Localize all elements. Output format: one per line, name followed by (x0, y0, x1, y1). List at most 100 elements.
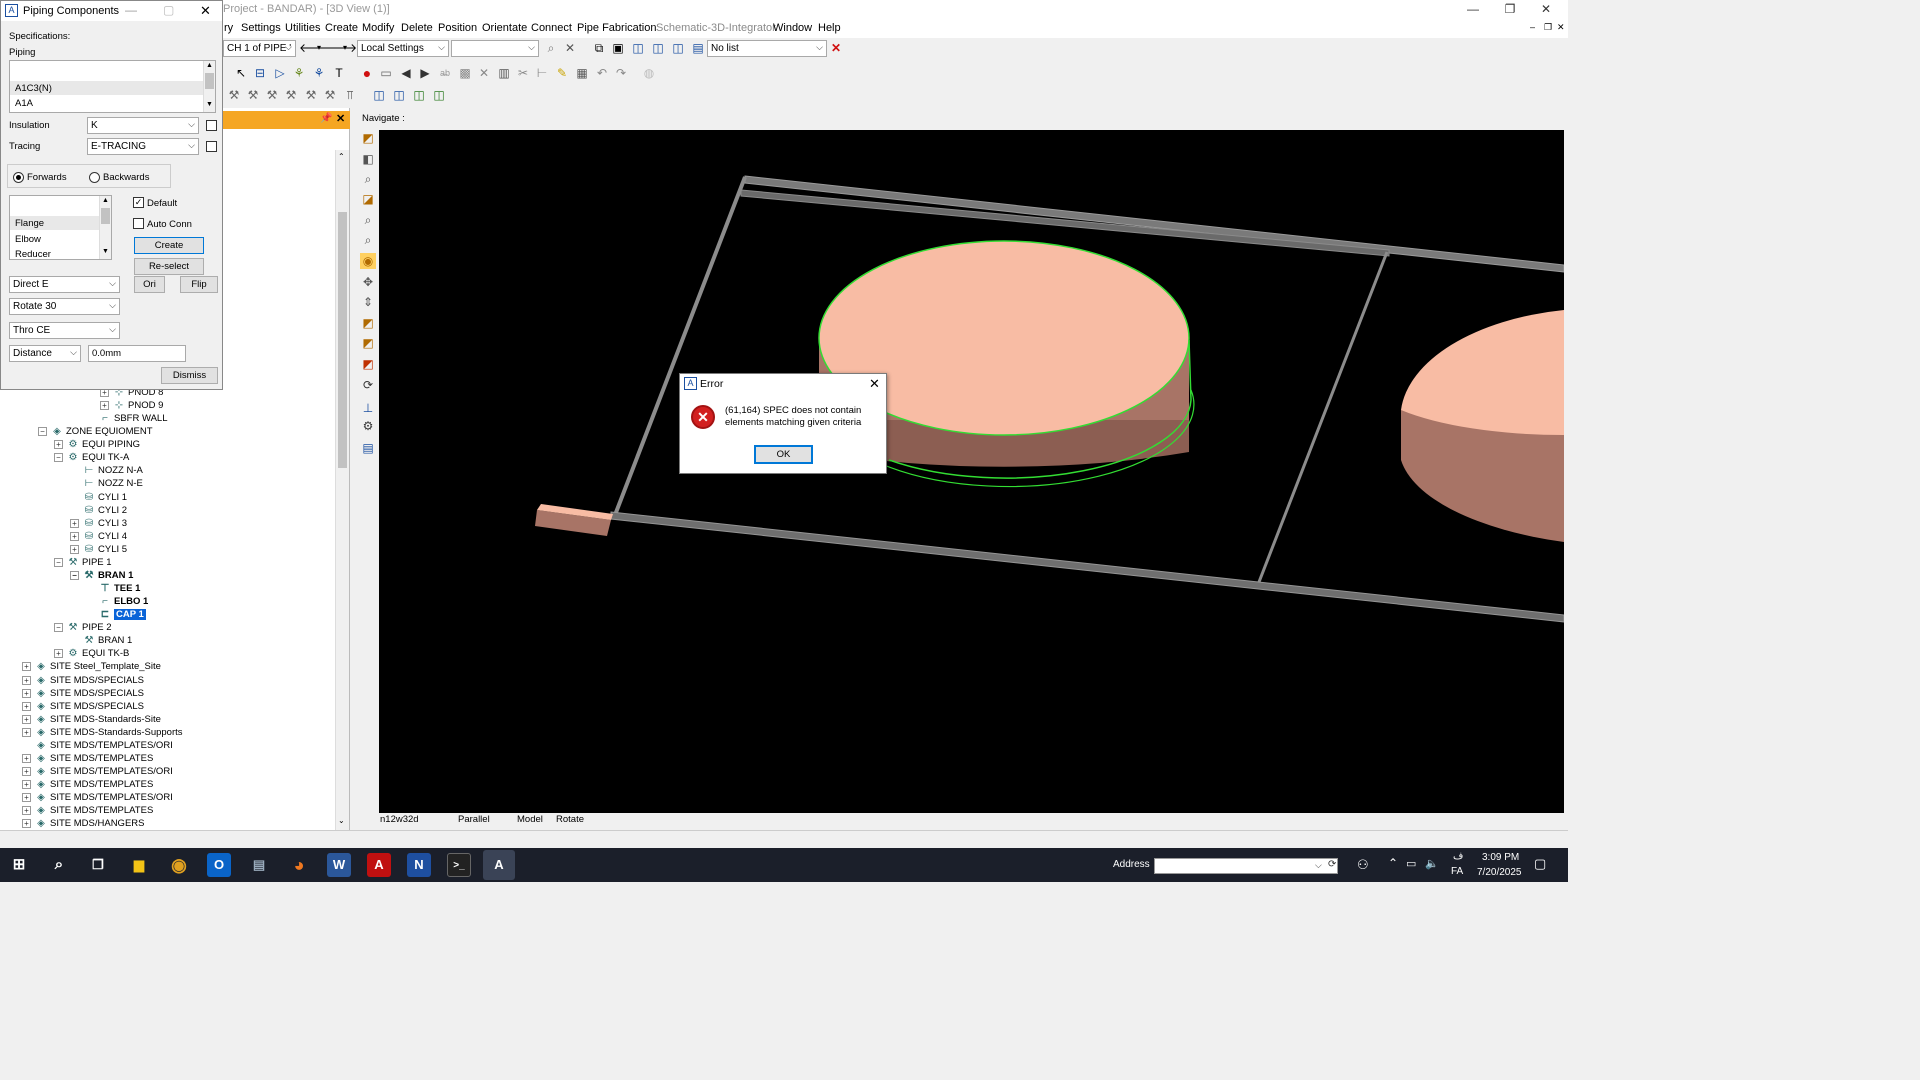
component-item-elbow[interactable]: Elbow (15, 234, 41, 245)
tool-icon[interactable]: ⚒ (264, 87, 280, 103)
collapse-icon[interactable]: − (54, 557, 63, 567)
dismiss-button[interactable]: Dismiss (161, 367, 218, 384)
tree-item[interactable]: + ◈ SITE MDS/TEMPLATES (22, 752, 153, 765)
outlook-icon[interactable]: O (207, 853, 231, 877)
close-icon[interactable]: ✕ (869, 376, 880, 392)
3d-view-canvas[interactable] (379, 130, 1564, 813)
chevron-down-icon[interactable]: ▼ (102, 248, 109, 255)
auto-conn-checkbox[interactable] (133, 218, 144, 229)
tracing-select[interactable]: E-TRACING ⌵ (87, 138, 199, 155)
tree-item[interactable]: ⌐ SBFR WALL (86, 412, 167, 425)
collapse-icon[interactable]: − (70, 570, 79, 580)
save-icon[interactable]: ▣ (610, 40, 626, 56)
tree-item[interactable]: + ◈ SITE MDS/SPECIALS (22, 700, 144, 713)
pan-icon[interactable]: ✥ (360, 274, 376, 290)
expand-icon[interactable]: + (22, 766, 31, 776)
close-list-icon[interactable]: ✕ (828, 40, 844, 56)
dimension-icon[interactable]: ⊢ (534, 65, 550, 81)
box-icon[interactable]: ⊟ (252, 65, 268, 81)
address-input[interactable]: ⌵ ⟳ (1154, 858, 1338, 874)
tree-item[interactable]: − ⚒ PIPE 2 (54, 621, 112, 634)
chevron-down-icon[interactable]: ⌄ (338, 816, 345, 825)
view-icon[interactable]: ◫ (371, 87, 387, 103)
forward-dropdown-icon[interactable]: ▾ (337, 40, 353, 56)
tank-tk-b[interactable] (1401, 310, 1564, 542)
tree-item[interactable]: + ⚙ EQUI PIPING (54, 438, 140, 451)
list-combo[interactable]: No list ⌵ (707, 40, 827, 57)
menu-item-position[interactable]: Position (438, 22, 477, 34)
menu-item-settings[interactable]: Settings (241, 22, 281, 34)
stop-icon[interactable]: ● (359, 65, 375, 81)
tree-item[interactable]: ⊢ NOZZ N-E (70, 477, 143, 490)
tree-item[interactable]: + ◈ SITE Steel_Template_Site (22, 660, 161, 673)
refresh-icon[interactable]: ⟳ (360, 377, 376, 393)
collapse-icon[interactable]: − (54, 452, 63, 462)
windows-start-icon[interactable]: ⊞ (7, 853, 31, 877)
expand-icon[interactable]: + (70, 518, 79, 528)
notepad-icon[interactable]: ▤ (247, 853, 271, 877)
collapse-icon[interactable]: − (54, 622, 63, 632)
volume-icon[interactable]: 🔈 (1425, 857, 1439, 870)
menu-item-create[interactable]: Create (325, 22, 358, 34)
expand-icon[interactable]: + (22, 675, 31, 685)
expand-icon[interactable]: + (22, 727, 31, 737)
tree-item[interactable]: + ◈ SITE MDS/TEMPLATES (22, 778, 153, 791)
expand-icon[interactable]: + (70, 544, 79, 554)
select-icon[interactable]: ↖ (233, 65, 249, 81)
component-item-flange[interactable]: Flange (15, 218, 44, 229)
view-icon[interactable]: ◫ (411, 87, 427, 103)
settings-combo[interactable]: Local Settings ⌵ (357, 40, 449, 57)
pencil-icon[interactable]: ✎ (554, 65, 570, 81)
expand-icon[interactable]: + (22, 818, 31, 828)
tree-item[interactable]: ⊤ TEE 1 (86, 582, 141, 595)
scroll-thumb[interactable] (101, 208, 110, 224)
menu-item-help[interactable]: Help (818, 22, 841, 34)
pin-icon[interactable]: 📌 (320, 113, 332, 124)
close-icon[interactable]: ✕ (336, 112, 345, 125)
tree-item[interactable]: ⛁ CYLI 1 (70, 491, 127, 504)
minimize-button[interactable]: — (1455, 0, 1491, 19)
menu-item-delete[interactable]: Delete (401, 22, 433, 34)
walk-icon[interactable]: ⇕ (360, 294, 376, 310)
filter-combo[interactable]: ⌵ (451, 40, 539, 57)
mdi-restore-icon[interactable]: ❐ (1544, 22, 1552, 33)
expand-icon[interactable]: + (22, 714, 31, 724)
maximize-icon[interactable]: ▢ (163, 3, 174, 17)
tree-item[interactable]: + ⛁ CYLI 3 (70, 517, 127, 530)
language-script[interactable]: ف (1453, 851, 1463, 862)
navisworks-icon[interactable]: N (407, 853, 431, 877)
reselect-button[interactable]: Re-select (134, 258, 204, 275)
tool-icon[interactable]: ⚒ (226, 87, 242, 103)
binoculars-icon[interactable]: ⌕ (543, 40, 559, 56)
backwards-radio[interactable] (89, 172, 100, 183)
text-icon[interactable]: T (331, 65, 347, 81)
window-icon[interactable]: ▦ (574, 65, 590, 81)
tree-item[interactable]: ⚒ BRAN 1 (70, 634, 133, 647)
scroll-thumb[interactable] (205, 73, 214, 89)
next-icon[interactable]: ▶ (417, 65, 433, 81)
tree-item[interactable]: + ⛁ CYLI 4 (70, 530, 127, 543)
close-button[interactable]: ✕ (1528, 0, 1564, 19)
tree-item[interactable]: + ◈ SITE MDS-Standards-Supports (22, 726, 183, 739)
undo-icon[interactable]: ↶ (594, 65, 610, 81)
menu-item-modify[interactable]: Modify (362, 22, 394, 34)
ok-button[interactable]: OK (754, 445, 813, 464)
tree-item[interactable]: + ◈ SITE MDS/TEMPLATES (22, 804, 153, 817)
expand-icon[interactable]: + (22, 688, 31, 698)
insulation-checkbox[interactable] (206, 120, 217, 131)
aveva-icon[interactable]: A (483, 850, 515, 880)
clock-time[interactable]: 3:09 PM (1482, 852, 1519, 863)
component-list-scrollbar[interactable]: ▲ ▼ (99, 196, 111, 259)
tree-item[interactable]: ⊏ CAP 1 (86, 608, 146, 621)
view-icon[interactable]: ◩ (360, 356, 376, 372)
explorer-scrollbar[interactable]: ⌃ ⌄ (335, 150, 349, 830)
view-icon[interactable]: ◩ (360, 315, 376, 331)
tree-item[interactable]: − ⚙ EQUI TK-A (54, 451, 129, 464)
chevron-down-icon[interactable]: ⌵ (1315, 860, 1322, 871)
insulation-select[interactable]: K ⌵ (87, 117, 199, 134)
collapse-icon[interactable]: − (38, 426, 47, 436)
menu-item-utilities[interactable]: Utilities (285, 22, 320, 34)
branch-combo[interactable]: CH 1 of PIPE ' ⌵ (223, 40, 296, 57)
expand-icon[interactable]: + (70, 531, 79, 541)
delete-icon[interactable]: ✕ (476, 65, 492, 81)
